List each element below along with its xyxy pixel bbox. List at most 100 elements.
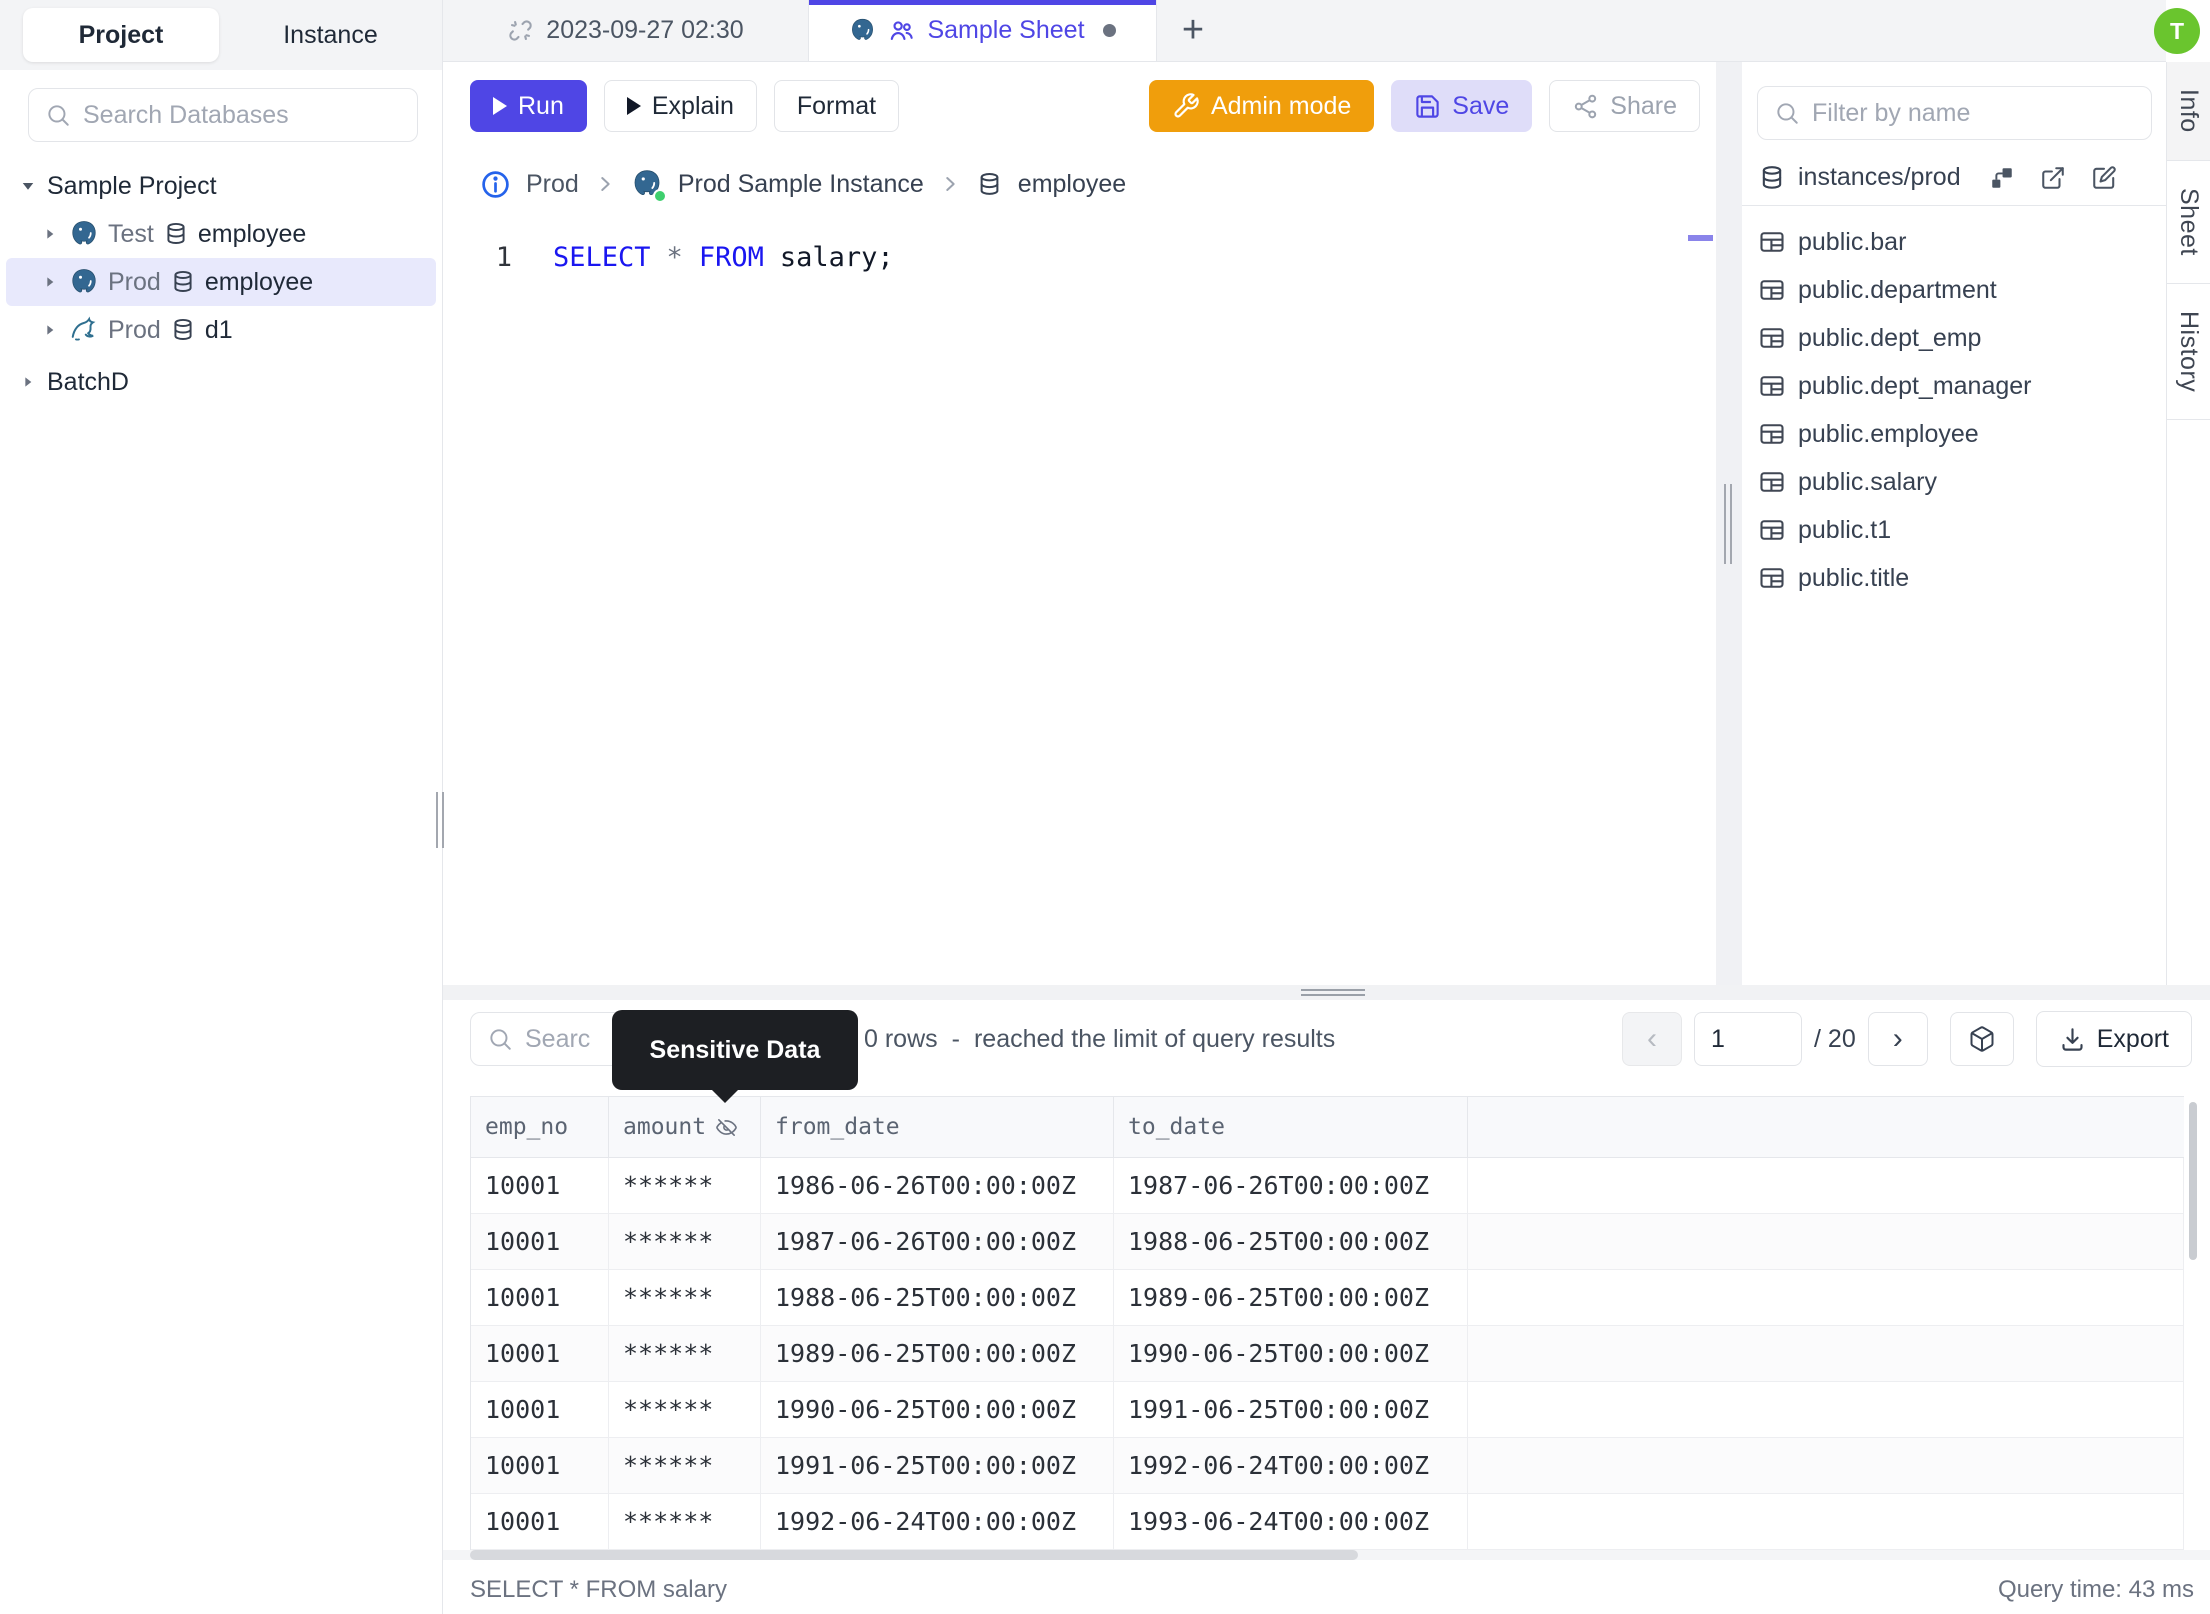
prev-page-button[interactable]: ‹ — [1622, 1012, 1683, 1066]
breadcrumb-database[interactable]: employee — [1018, 170, 1126, 199]
cell-masked[interactable]: ****** — [609, 1270, 761, 1325]
tree-node-batchd[interactable]: BatchD — [0, 358, 442, 406]
right-vertical-tabs: Info Sheet History — [2166, 62, 2210, 985]
table-list-item[interactable]: public.employee — [1742, 410, 2166, 458]
export-button[interactable]: Export — [2035, 1011, 2192, 1067]
eye-off-icon[interactable] — [715, 1116, 738, 1139]
tab-info[interactable]: Info — [2167, 62, 2210, 161]
visualize-button[interactable] — [1949, 1012, 2014, 1066]
panel-resize-handle[interactable] — [1716, 62, 1742, 985]
next-page-button[interactable]: › — [1867, 1012, 1928, 1066]
save-button[interactable]: Save — [1391, 80, 1533, 132]
sheet-tab-sample-sheet[interactable]: Sample Sheet — [809, 0, 1157, 61]
admin-mode-button[interactable]: Admin mode — [1148, 80, 1375, 132]
sidebar-resize-handle[interactable] — [433, 792, 449, 852]
table-row[interactable]: 10001 ****** 1987-06-26T00:00:00Z 1988-0… — [471, 1214, 2184, 1270]
caret-right-icon[interactable] — [18, 374, 38, 390]
caret-right-icon[interactable] — [40, 322, 60, 338]
table-list-item[interactable]: public.bar — [1742, 218, 2166, 266]
edit-icon[interactable] — [2091, 165, 2117, 191]
tab-instance[interactable]: Instance — [219, 21, 442, 50]
cell-filler — [1468, 1494, 2184, 1549]
cell-masked[interactable]: ****** — [609, 1382, 761, 1437]
format-button[interactable]: Format — [773, 80, 900, 132]
cell[interactable]: 1989-06-25T00:00:00Z — [1114, 1270, 1468, 1325]
cell[interactable]: 1991-06-25T00:00:00Z — [761, 1438, 1114, 1493]
table-list-item[interactable]: public.salary — [1742, 458, 2166, 506]
avatar[interactable]: T — [2154, 8, 2200, 54]
cell-masked[interactable]: ****** — [609, 1158, 761, 1213]
table-row[interactable]: 10001 ****** 1986-06-26T00:00:00Z 1987-0… — [471, 1158, 2184, 1214]
results-resize-handle[interactable] — [443, 985, 2210, 1000]
cell[interactable]: 1989-06-25T00:00:00Z — [761, 1326, 1114, 1381]
cell[interactable]: 10001 — [471, 1438, 609, 1493]
cell-masked[interactable]: ****** — [609, 1214, 761, 1269]
cell[interactable]: 1987-06-26T00:00:00Z — [1114, 1158, 1468, 1213]
page-number-input[interactable] — [1694, 1012, 1803, 1066]
caret-down-icon[interactable] — [18, 177, 38, 195]
tab-project[interactable]: Project — [23, 8, 219, 62]
cell[interactable]: 10001 — [471, 1270, 609, 1325]
info-icon[interactable] — [480, 169, 511, 200]
database-search-input[interactable]: Search Databases — [28, 88, 418, 142]
cell[interactable]: 1987-06-26T00:00:00Z — [761, 1214, 1114, 1269]
vertical-scrollbar[interactable] — [2189, 1102, 2197, 1260]
tab-history[interactable]: History — [2167, 284, 2210, 420]
tab-sheet[interactable]: Sheet — [2167, 161, 2210, 284]
table-list-item[interactable]: public.department — [1742, 266, 2166, 314]
tree-node-prod-d1[interactable]: Prod d1 — [0, 306, 442, 354]
cell-masked[interactable]: ****** — [609, 1326, 761, 1381]
cell[interactable]: 1988-06-25T00:00:00Z — [761, 1270, 1114, 1325]
table-row[interactable]: 10001 ****** 1992-06-24T00:00:00Z 1993-0… — [471, 1494, 2184, 1550]
cell-masked[interactable]: ****** — [609, 1438, 761, 1493]
tree-node-sample-project[interactable]: Sample Project — [0, 162, 442, 210]
caret-right-icon[interactable] — [40, 274, 60, 290]
sql-editor[interactable]: 1 SELECT * FROM salary; — [443, 218, 1716, 985]
external-link-icon[interactable] — [2040, 165, 2066, 191]
new-sheet-button[interactable]: + — [1157, 0, 1229, 61]
cell[interactable]: 10001 — [471, 1326, 609, 1381]
caret-right-icon[interactable] — [40, 226, 60, 242]
table-name: public.t1 — [1798, 515, 1892, 544]
cell[interactable]: 1993-06-24T00:00:00Z — [1114, 1494, 1468, 1549]
column-header[interactable]: emp_no — [471, 1097, 609, 1157]
table-list-item[interactable]: public.title — [1742, 554, 2166, 602]
column-header[interactable]: from_date — [761, 1097, 1114, 1157]
cell[interactable]: 1986-06-26T00:00:00Z — [761, 1158, 1114, 1213]
filter-input[interactable]: Filter by name — [1757, 86, 2152, 140]
cell[interactable]: 1991-06-25T00:00:00Z — [1114, 1382, 1468, 1437]
schema-diagram-icon[interactable] — [1989, 165, 2015, 191]
tree-node-test-employee[interactable]: Test employee — [0, 210, 442, 258]
table-row[interactable]: 10001 ****** 1991-06-25T00:00:00Z 1992-0… — [471, 1438, 2184, 1494]
cell[interactable]: 1988-06-25T00:00:00Z — [1114, 1214, 1468, 1269]
admin-mode-label: Admin mode — [1210, 91, 1352, 120]
cell[interactable]: 10001 — [471, 1214, 609, 1269]
cell[interactable]: 10001 — [471, 1158, 609, 1213]
column-header[interactable]: to_date — [1114, 1097, 1468, 1157]
cell[interactable]: 10001 — [471, 1494, 609, 1549]
cell[interactable]: 1992-06-24T00:00:00Z — [761, 1494, 1114, 1549]
table-list-item[interactable]: public.dept_manager — [1742, 362, 2166, 410]
table-row[interactable]: 10001 ****** 1989-06-25T00:00:00Z 1990-0… — [471, 1326, 2184, 1382]
breadcrumb-environment[interactable]: Prod — [526, 170, 579, 199]
cell[interactable]: 1990-06-25T00:00:00Z — [761, 1382, 1114, 1437]
tree-node-prod-employee[interactable]: Prod employee — [6, 258, 436, 306]
table-row[interactable]: 10001 ****** 1990-06-25T00:00:00Z 1991-0… — [471, 1382, 2184, 1438]
explain-button[interactable]: Explain — [603, 80, 757, 132]
table-row[interactable]: 10001 ****** 1988-06-25T00:00:00Z 1989-0… — [471, 1270, 2184, 1326]
cell[interactable]: 10001 — [471, 1382, 609, 1437]
breadcrumb-instance[interactable]: Prod Sample Instance — [678, 170, 924, 199]
cell[interactable]: 1990-06-25T00:00:00Z — [1114, 1326, 1468, 1381]
cell[interactable]: 1992-06-24T00:00:00Z — [1114, 1438, 1468, 1493]
share-button[interactable]: Share — [1549, 80, 1700, 132]
results-table: emp_no amount from_date to_date 10001 **… — [470, 1096, 2184, 1550]
table-list-item[interactable]: public.t1 — [1742, 506, 2166, 554]
sheet-tab-label: 2023-09-27 02:30 — [546, 16, 744, 44]
cell-masked[interactable]: ****** — [609, 1494, 761, 1549]
run-button[interactable]: Run — [470, 80, 587, 132]
sql-star: * — [666, 242, 683, 273]
table-list-item[interactable]: public.dept_emp — [1742, 314, 2166, 362]
sheet-tab-timestamp[interactable]: 2023-09-27 02:30 — [443, 0, 809, 61]
column-header[interactable]: amount — [609, 1097, 761, 1157]
horizontal-scrollbar-thumb[interactable] — [470, 1550, 1358, 1560]
